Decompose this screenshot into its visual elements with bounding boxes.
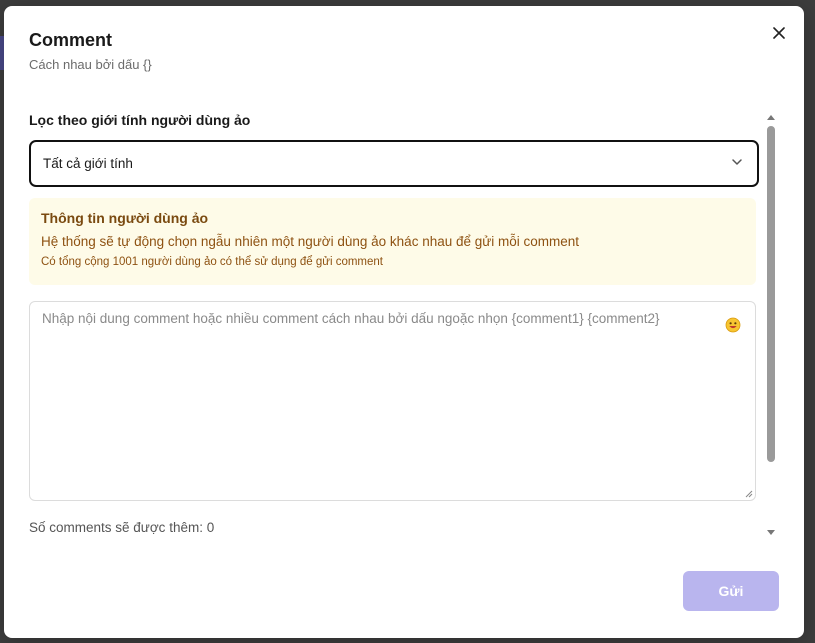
dialog-scroll-area: Lọc theo giới tính người dùng ảo Tất cả … xyxy=(29,112,759,536)
gender-filter-select[interactable]: Tất cả giới tính xyxy=(29,140,759,187)
dialog-title: Comment xyxy=(29,30,113,50)
gender-filter-label: Lọc theo giới tính người dùng ảo xyxy=(29,112,251,128)
submit-button[interactable]: Gửi xyxy=(683,571,779,611)
scrollbar-thumb[interactable] xyxy=(767,126,775,462)
info-description: Hệ thống sẽ tự động chọn ngẫu nhiên một … xyxy=(41,234,580,249)
scroll-up-arrow-icon[interactable] xyxy=(766,112,776,122)
dialog-subtitle: Cách nhau bởi dấu {} xyxy=(29,57,152,72)
close-button[interactable] xyxy=(768,22,790,44)
info-title: Thông tin người dùng ảo xyxy=(41,210,209,226)
comment-dialog: Comment Cách nhau bởi dấu {} Lọc theo gi… xyxy=(4,6,804,638)
comment-textarea[interactable] xyxy=(30,302,755,500)
gender-filter-value: Tất cả giới tính xyxy=(43,156,133,171)
chevron-down-icon xyxy=(732,159,742,165)
dialog-scrollbar[interactable] xyxy=(764,110,778,538)
close-icon xyxy=(773,27,785,39)
virtual-user-info-box: Thông tin người dùng ảo Hệ thống sẽ tự đ… xyxy=(29,198,756,285)
comment-count-text: Số comments sẽ được thêm: 0 xyxy=(29,520,215,535)
comment-textarea-wrapper xyxy=(29,301,756,501)
scroll-down-arrow-icon[interactable] xyxy=(766,528,776,538)
resize-grip-icon[interactable] xyxy=(745,490,753,498)
emoji-icon[interactable] xyxy=(725,317,741,333)
info-note: Có tổng cộng 1001 người dùng ảo có thể s… xyxy=(41,256,383,268)
